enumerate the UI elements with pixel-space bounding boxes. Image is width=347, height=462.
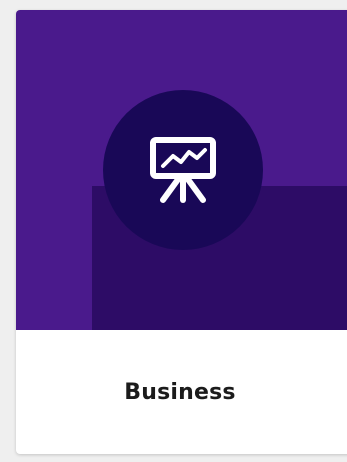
business-category-card[interactable]: Business <box>16 10 347 454</box>
card-label-area: Business <box>16 330 347 454</box>
card-hero-image <box>16 10 347 330</box>
card-title: Business <box>124 379 236 405</box>
presentation-chart-icon <box>150 137 216 203</box>
icon-circle <box>103 90 263 250</box>
